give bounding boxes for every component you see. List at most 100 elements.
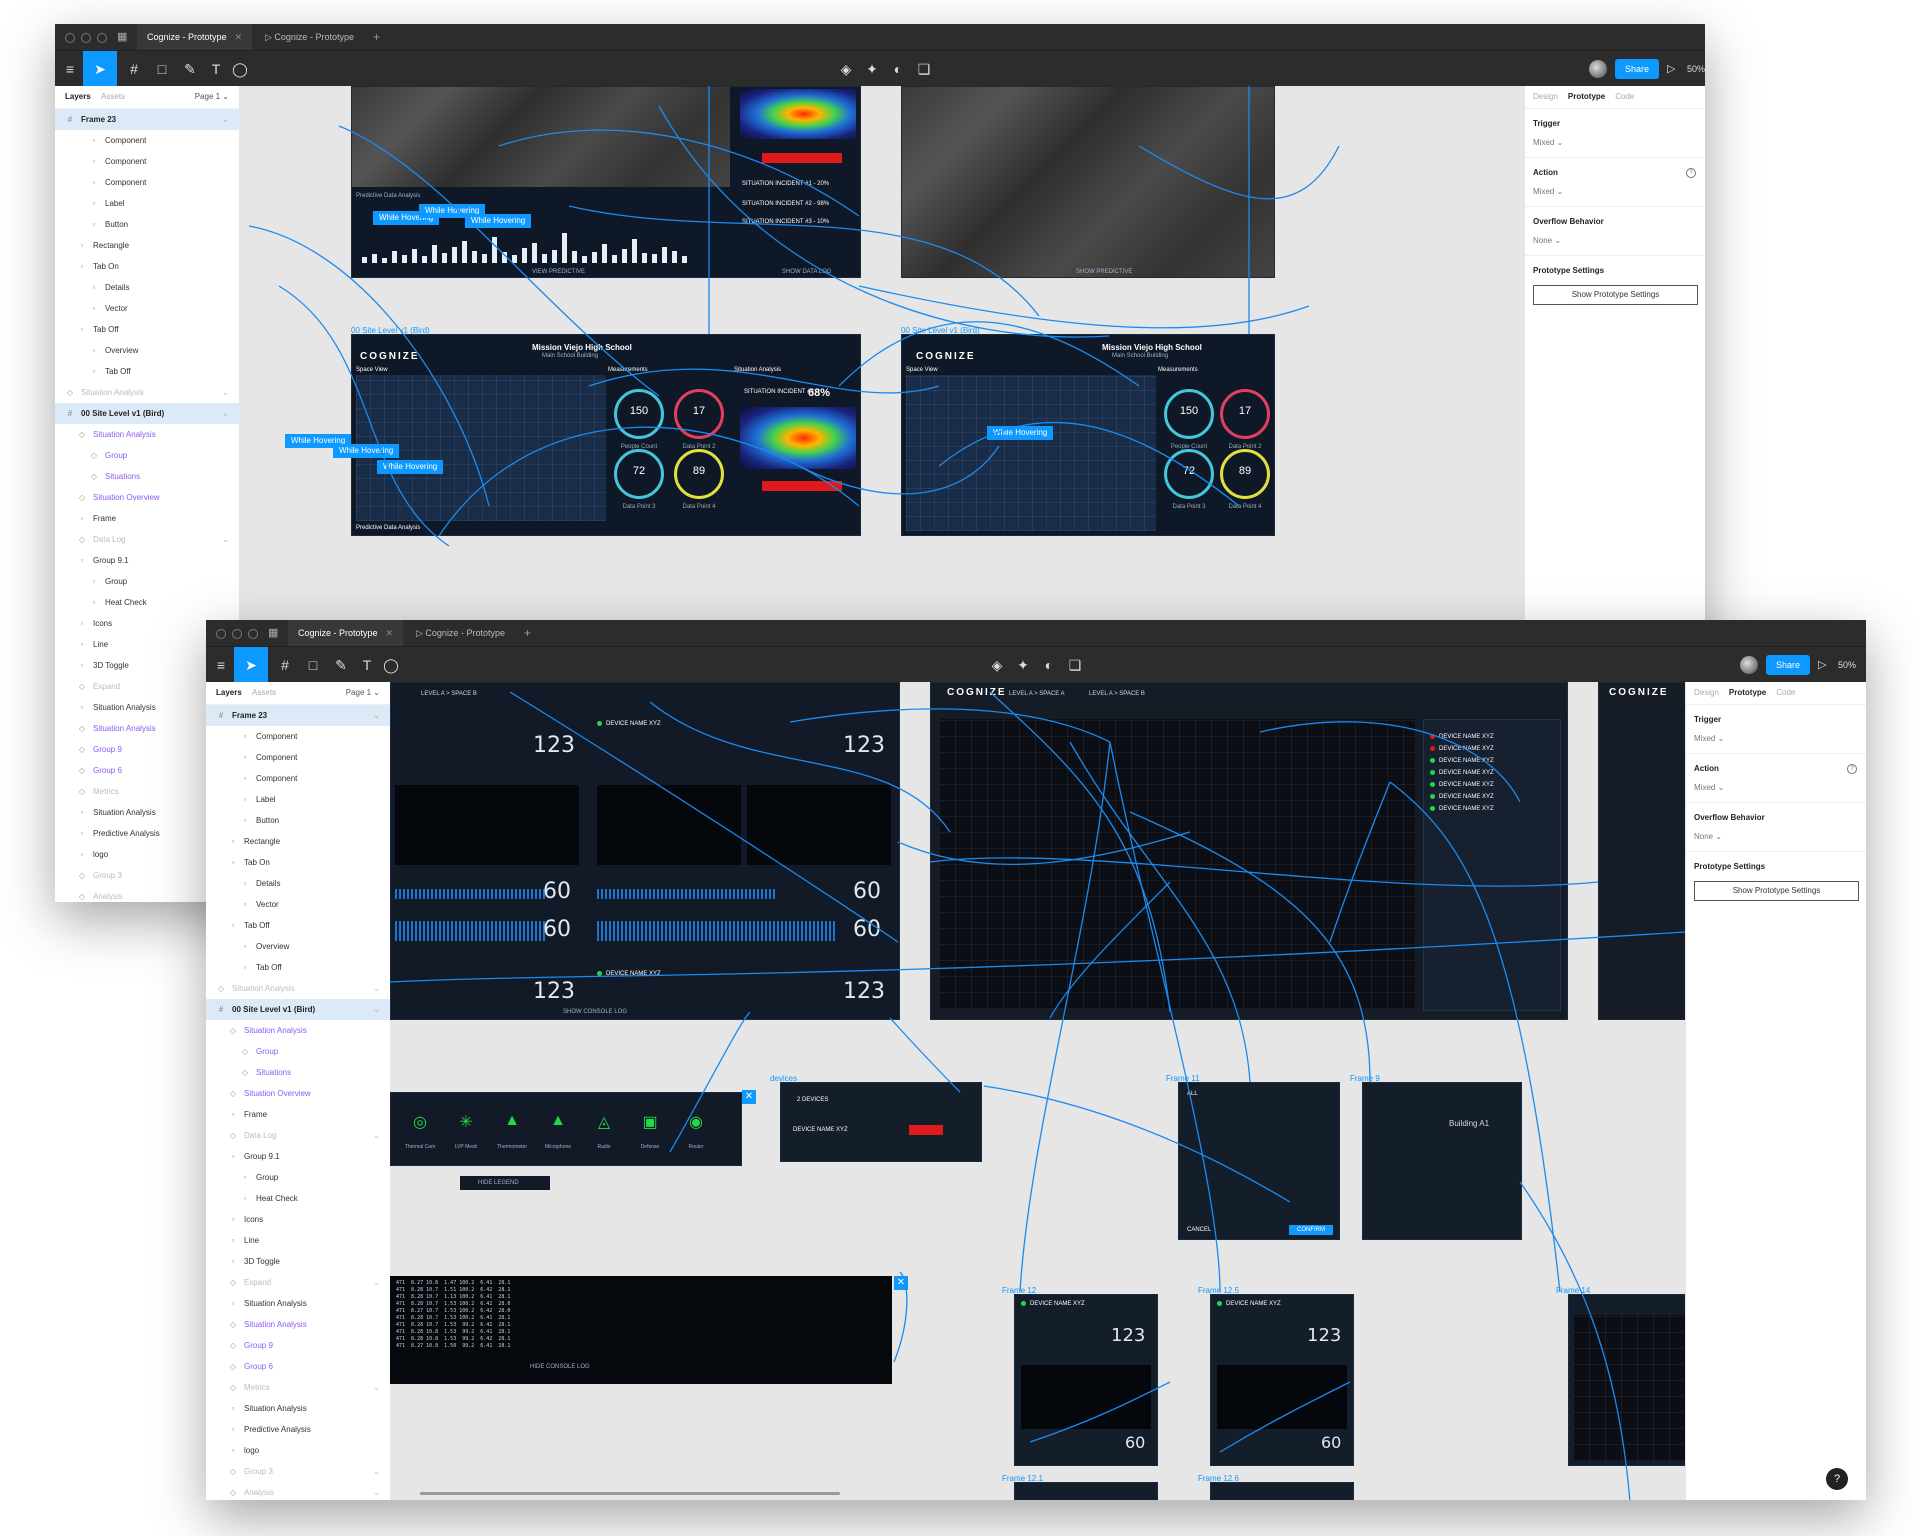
tab-prototype[interactable]: Prototype [1729,688,1766,697]
frame-devices-monitor[interactable]: LEVEL A > SPACE B DEVICE NAME XYZ DEVICE… [390,682,900,1020]
overflow-select[interactable]: None ⌄ [1694,832,1859,841]
chevron-down-icon[interactable]: ⌄ [373,1461,380,1482]
show-console-link[interactable]: SHOW CONSOLE LOG [563,1009,627,1015]
layer-item[interactable]: ▫ Button [206,810,390,831]
hover-trigger-label[interactable]: While Hovering [465,214,532,228]
page-selector[interactable]: Page 1 ⌄ [346,682,380,704]
layer-item[interactable]: ▫ Frame [206,1104,390,1125]
layer-item[interactable]: ▫ Component [55,172,239,193]
layer-item[interactable]: ◇ Situation Analysis [206,1020,390,1041]
layer-item[interactable]: ▫ Icons [206,1209,390,1230]
layer-item[interactable]: ◇ Situation Analysis [206,1314,390,1335]
avatar[interactable] [1740,656,1758,674]
zoom-level[interactable]: 50% [1838,647,1856,683]
confirm-button[interactable]: CONFIRM [1289,1225,1333,1235]
layer-item[interactable]: ▫ Component [206,747,390,768]
frame-site-level-bird-2[interactable]: COGNIZE Mission Viejo High School Main S… [901,334,1275,536]
canvas[interactable]: LEVEL A > SPACE B DEVICE NAME XYZ DEVICE… [390,682,1685,1500]
page-selector[interactable]: Page 1 ⌄ [195,86,229,108]
layer-item[interactable]: ▫ Predictive Analysis [206,1419,390,1440]
video-feed[interactable] [597,785,741,865]
video-feed[interactable] [1217,1365,1347,1429]
layer-item[interactable]: ▫ Details [206,873,390,894]
chevron-down-icon[interactable]: ⌄ [373,1377,380,1398]
chevron-down-icon[interactable]: ⌄ [373,1482,380,1500]
layer-item[interactable]: ▫ Overview [55,340,239,361]
device-list-item[interactable]: DEVICE NAME XYZ [1430,746,1494,752]
layer-item[interactable]: ▫ Button [55,214,239,235]
layer-item[interactable]: ▫ Label [55,193,239,214]
device-card-12-5[interactable]: DEVICE NAME XYZ 123 60 [1210,1294,1354,1466]
layer-item[interactable]: ▫ Tab On [55,256,239,277]
layer-item[interactable]: ▫ Situation Analysis [206,1398,390,1419]
device-card-12[interactable]: DEVICE NAME XYZ 123 60 [1014,1294,1158,1466]
tab-prototype[interactable]: Prototype [1568,92,1605,101]
pen-tool-icon[interactable]: ✎ [177,51,203,87]
device-list-item[interactable]: DEVICE NAME XYZ [1430,806,1494,812]
incident-4[interactable]: SITUATION INCIDENT #4 [744,389,814,395]
new-tab-icon[interactable]: + [524,620,531,646]
layer-item[interactable]: ▫ Frame [55,508,239,529]
frame-site-level-bird[interactable]: COGNIZE Mission Viejo High School Main S… [351,334,861,536]
present-play-icon[interactable]: ▷ [1818,647,1826,683]
layer-item[interactable]: ▫ Group [206,1167,390,1188]
text-tool-icon[interactable]: T [354,647,380,683]
boolean-icon[interactable]: ❏ [1062,647,1088,683]
show-predictive-link[interactable]: SHOW PREDICTIVE [1076,269,1132,275]
device-list-item[interactable]: DEVICE NAME XYZ [1430,782,1494,788]
layer-item[interactable]: ◇ Data Log ⌄ [55,529,239,550]
video-feed[interactable] [1021,1365,1151,1429]
mask-icon[interactable]: ✦ [1010,647,1036,683]
frame-dashboard-top-left[interactable]: Predictive Data Analysis SITUATION INCID… [351,86,861,278]
layer-item[interactable]: ◇ Situation Overview [55,487,239,508]
assets-tab[interactable]: Assets [101,92,125,101]
level-tab[interactable]: LEVEL A > SPACE B [1089,691,1145,697]
layer-item[interactable]: ◇ Data Log ⌄ [206,1125,390,1146]
layer-item[interactable]: ▫ Line [206,1230,390,1251]
layer-item[interactable]: ▫ Component [55,151,239,172]
chevron-down-icon[interactable]: ⌄ [373,978,380,999]
component-icon[interactable]: ◈ [833,51,859,87]
layer-item[interactable]: ▫ Tab Off [55,319,239,340]
layer-item[interactable]: ▫ Tab Off [206,957,390,978]
layer-item[interactable]: ▫ Tab On [206,852,390,873]
close-legend-icon[interactable]: ✕ [742,1090,756,1104]
menu-icon[interactable]: ≡ [57,51,83,87]
hide-console-link[interactable]: HIDE CONSOLE LOG [530,1364,590,1370]
frame-11-filter[interactable]: ALL CANCEL CONFIRM [1178,1082,1340,1240]
tab-code[interactable]: Code [1776,688,1795,697]
floorplan-dark[interactable] [1573,1315,1685,1461]
layer-item[interactable]: # Frame 23 ⌄ [55,109,239,130]
floorplan-blueprint[interactable] [906,375,1156,531]
window-controls[interactable] [65,33,107,43]
layer-item[interactable]: #00 Site Level v1 (Bird) ⌄ [55,403,239,424]
frame-9-building[interactable]: Building A1 [1362,1082,1522,1240]
device-card-12-1[interactable] [1014,1482,1158,1500]
layer-item[interactable]: ▫ Component [206,726,390,747]
layer-item[interactable]: ▫ Component [206,768,390,789]
frame-floorplan[interactable]: COGNIZE LEVEL A > SPACE A LEVEL A > SPAC… [930,682,1568,1020]
shape-tool-icon[interactable]: □ [149,51,175,87]
incident-3[interactable]: SITUATION INCIDENT #3 - 10% [742,219,829,225]
help-circle-icon[interactable]: ? [1847,764,1857,774]
avatar[interactable] [1589,60,1607,78]
layer-item[interactable]: ◇ Situation Analysis ⌄ [206,978,390,999]
contrast-icon[interactable]: ◐ [885,51,911,87]
device-row[interactable]: DEVICE NAME XYZ [793,1127,848,1133]
show-data-log-link[interactable]: SHOW DATA LOG [782,269,831,275]
hover-trigger-label[interactable]: While Hovering [987,426,1054,440]
assets-tab[interactable]: Assets [252,688,276,697]
alert-bar[interactable] [762,481,842,491]
layer-item[interactable]: ▫ Vector [206,894,390,915]
layer-item[interactable]: ▫ logo [206,1440,390,1461]
chevron-down-icon[interactable]: ⌄ [373,999,380,1020]
chevron-down-icon[interactable]: ⌄ [222,109,229,130]
chevron-down-icon[interactable]: ⌄ [373,1272,380,1293]
pen-tool-icon[interactable]: ✎ [328,647,354,683]
trigger-select[interactable]: Mixed ⌄ [1533,138,1698,147]
layer-item[interactable]: ▫ Group [55,571,239,592]
frame-tool-icon[interactable]: # [272,647,298,683]
zoom-level[interactable]: 50% [1687,51,1705,87]
chevron-down-icon[interactable]: ⌄ [373,1125,380,1146]
chevron-down-icon[interactable]: ⌄ [222,403,229,424]
